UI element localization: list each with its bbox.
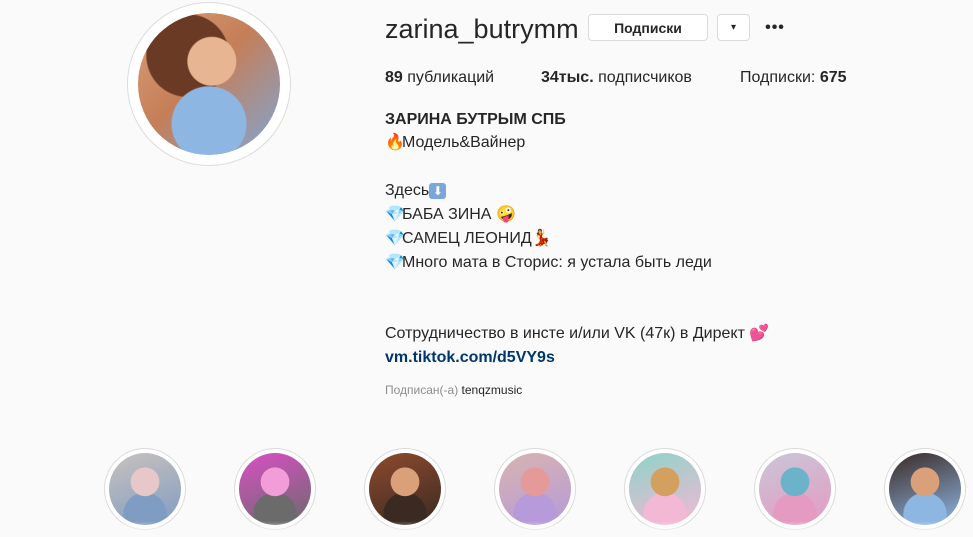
story-highlight[interactable] xyxy=(754,448,836,530)
bio-line-3: 💎БАБА ЗИНА 🤪 xyxy=(385,205,516,225)
bio-text-1: Модель&Вайнер xyxy=(402,134,526,151)
bio-line-5: 💎Много мата в Сторис: я устала быть леди xyxy=(385,253,712,273)
highlight-thumbnail xyxy=(889,453,961,525)
story-highlight[interactable] xyxy=(104,448,186,530)
chevron-down-icon[interactable]: ▾ xyxy=(717,14,750,41)
stat-following[interactable]: Подписки: 675 xyxy=(740,68,847,88)
highlight-thumbnail xyxy=(109,453,181,525)
gem-icon: 💎 xyxy=(385,206,405,223)
posts-count: 89 xyxy=(385,69,403,86)
stat-followers[interactable]: 34тыс. подписчиков xyxy=(541,68,692,88)
highlight-thumbnail xyxy=(499,453,571,525)
gem-icon: 💎 xyxy=(385,254,405,271)
bottom-fade xyxy=(0,521,973,537)
gem-icon: 💎 xyxy=(385,230,405,247)
story-highlight[interactable] xyxy=(624,448,706,530)
external-link[interactable]: vm.tiktok.com/d5VY9s xyxy=(385,348,555,368)
avatar-image xyxy=(138,13,280,155)
bio-text-5: Много мата в Сторис: я устала быть леди xyxy=(402,254,712,271)
bio-line-6: Сотрудничество в инсте и/или VK (47к) в … xyxy=(385,324,770,344)
followed-by-user: tenqzmusic xyxy=(461,383,523,397)
following-count: 675 xyxy=(819,69,847,86)
highlight-thumbnail xyxy=(369,453,441,525)
followers-count: 34тыс. xyxy=(541,69,594,86)
fire-icon: 🔥 xyxy=(385,134,405,151)
bio-text-6: Сотрудничество в инсте и/или VK (47к) в … xyxy=(385,325,745,342)
username: zarina_butrymm xyxy=(385,14,579,44)
story-highlight[interactable] xyxy=(494,448,576,530)
bio-line-4: 💎САМЕЦ ЛЕОНИД💃 xyxy=(385,229,552,249)
posts-label: публикаций xyxy=(407,69,495,86)
bio-line-2: Здесь ⬇ xyxy=(385,181,447,201)
profile-avatar[interactable] xyxy=(127,2,291,166)
crazy-face-icon: 🤪 xyxy=(495,206,516,223)
bio-line-1: 🔥Модель&Вайнер xyxy=(385,133,525,153)
followed-by-label: Подписан(-а) xyxy=(385,383,459,397)
story-highlight[interactable] xyxy=(234,448,316,530)
highlight-thumbnail xyxy=(239,453,311,525)
bio-text-2: Здесь xyxy=(385,182,430,199)
bio-text-4: САМЕЦ ЛЕОНИД xyxy=(402,230,532,247)
bio-text-3: БАБА ЗИНА xyxy=(402,206,492,223)
profile-header: zarina_butrymm xyxy=(385,14,579,44)
story-highlight[interactable] xyxy=(884,448,966,530)
followers-label: подписчиков xyxy=(598,69,692,86)
profile-full-name: ЗАРИНА БУТРЫМ СПБ xyxy=(385,111,566,128)
hearts-icon: 💕 xyxy=(749,325,770,342)
subscriptions-button[interactable]: Подписки xyxy=(588,14,708,41)
highlight-thumbnail xyxy=(759,453,831,525)
following-label: Подписки: xyxy=(740,69,816,86)
story-highlight[interactable] xyxy=(364,448,446,530)
dancer-icon: 💃 xyxy=(531,230,552,247)
stat-posts: 89 публикаций xyxy=(385,68,494,88)
more-options-icon[interactable]: ••• xyxy=(763,14,787,41)
highlight-thumbnail xyxy=(629,453,701,525)
arrow-down-icon: ⬇ xyxy=(429,182,447,199)
followed-by[interactable]: Подписан(-а) tenqzmusic xyxy=(385,383,522,397)
